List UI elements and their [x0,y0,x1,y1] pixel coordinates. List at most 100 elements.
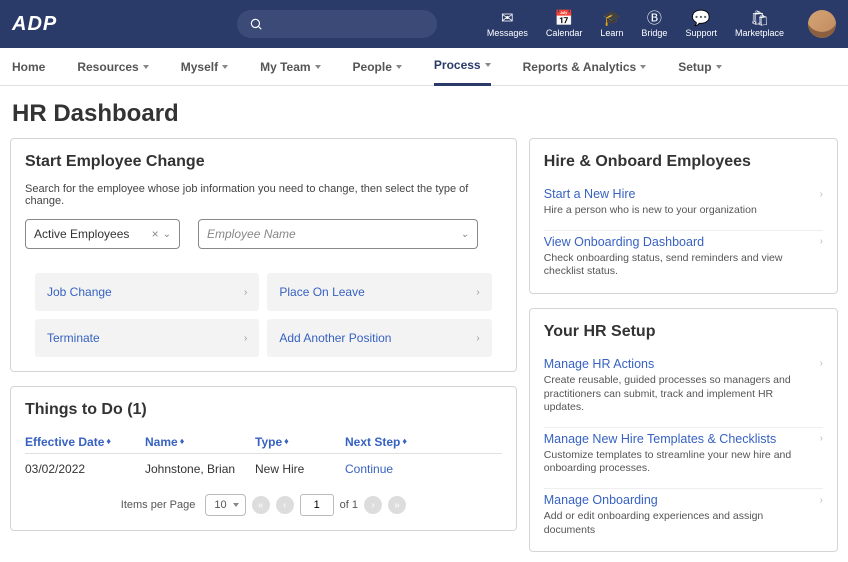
nav-myteam[interactable]: My Team [260,48,320,86]
clear-icon[interactable]: × [152,227,159,241]
link-desc: Check onboarding status, send reminders … [544,252,823,279]
nav-label: Setup [678,60,711,74]
nav-resources[interactable]: Resources [77,48,148,86]
list-item: Manage New Hire Templates & Checklists› … [544,428,823,489]
learn-icon: 🎓 [603,11,622,26]
link-label: Manage New Hire Templates & Checklists [544,432,777,446]
user-avatar[interactable] [808,10,836,38]
top-icon-support[interactable]: 💬Support [685,11,717,38]
sort-icon: ♦ [180,439,185,444]
chevron-down-icon [716,65,722,69]
chevron-down-icon [485,63,491,67]
list-item: Start a New Hire› Hire a person who is n… [544,183,823,231]
top-bar: ADP ✉ Messages 📅Calendar 🎓 Learn ⒷBridge 💬… [0,0,848,48]
action-place-on-leave[interactable]: Place On Leave › [267,273,491,311]
start-new-hire-link[interactable]: Start a New Hire› [544,187,823,201]
top-icon-messages[interactable]: ✉ Messages [487,11,528,38]
top-icon-marketplace[interactable]: 🛍 Marketplace [735,11,784,38]
nav-label: People [353,60,392,74]
chevron-down-icon [143,65,149,69]
pager-page-input[interactable] [300,494,334,516]
top-icons: ✉ Messages 📅Calendar 🎓 Learn ⒷBridge 💬Supp… [487,10,836,38]
list-item: Manage HR Actions› Create reusable, guid… [544,353,823,428]
pager-prev[interactable]: ‹ [276,496,294,514]
top-icon-label: Support [685,28,717,38]
action-label: Add Another Position [279,331,391,345]
helper-text: Search for the employee whose job inform… [25,183,502,207]
nav-home[interactable]: Home [12,48,45,86]
nav-reports[interactable]: Reports & Analytics [523,48,647,86]
chevron-down-icon [222,65,228,69]
pager-first[interactable]: « [252,496,270,514]
ipp-label: Items per Page [121,499,196,511]
search-icon [249,17,263,31]
top-icon-label: Messages [487,28,528,38]
brand-logo[interactable]: ADP [12,13,57,36]
chevron-right-icon: › [820,358,823,369]
chevron-right-icon: › [244,333,247,344]
employee-name-select[interactable]: Employee Name ⌄ [198,219,478,249]
top-icon-label: Marketplace [735,28,784,38]
top-icon-calendar[interactable]: 📅Calendar [546,11,583,38]
manage-hr-actions-link[interactable]: Manage HR Actions› [544,357,823,371]
action-terminate[interactable]: Terminate › [35,319,259,357]
nav-label: My Team [260,60,310,74]
search-input[interactable] [237,10,437,38]
chevron-right-icon: › [476,333,479,344]
nav-label: Resources [77,60,138,74]
mail-icon: ✉ [501,11,514,26]
action-job-change[interactable]: Job Change› [35,273,259,311]
card-title: Your HR Setup [544,323,823,341]
link-desc: Hire a person who is new to your organiz… [544,204,823,218]
action-label: Terminate [47,331,100,345]
sort-icon: ♦ [284,439,289,444]
chevron-right-icon: › [820,495,823,506]
nav-myself[interactable]: Myself [181,48,228,86]
list-item: Manage Onboarding› Add or edit onboardin… [544,489,823,537]
col-header-date[interactable]: Effective Date♦ [25,435,145,449]
top-icon-bridge[interactable]: ⒷBridge [641,11,667,38]
action-add-position[interactable]: Add Another Position › [267,319,491,357]
chevron-down-icon: ⌄ [461,229,469,240]
nav-label: Home [12,60,45,74]
nav-bar: Home Resources Myself My Team People Pro… [0,48,848,86]
col-header-step[interactable]: Next Step♦ [345,435,465,449]
manage-onboarding-link[interactable]: Manage Onboarding › [544,493,823,507]
chevron-down-icon [315,65,321,69]
nav-people[interactable]: People [353,48,402,86]
select-placeholder: Employee Name [207,227,296,241]
cell-date: 03/02/2022 [25,462,145,476]
cell-type: New Hire [255,462,345,476]
link-label: Manage Onboarding [544,493,658,507]
col-label: Effective Date [25,435,104,449]
hire-onboard-card: Hire & Onboard Employees Start a New Hir… [529,138,838,294]
employee-filter-select[interactable]: Active Employees × ⌄ [25,219,180,249]
view-onboarding-dashboard-link[interactable]: View Onboarding Dashboard› [544,235,823,249]
col-header-type[interactable]: Type♦ [255,435,345,449]
ipp-select[interactable]: 10 [205,494,245,516]
col-label: Type [255,435,282,449]
action-label: Place On Leave [279,285,364,299]
link-desc: Create reusable, guided processes so man… [544,374,823,415]
things-to-do-card: Things to Do (1) Effective Date♦ Name♦ T… [10,386,517,531]
card-title: Start Employee Change [25,153,502,171]
pager-last[interactable]: » [388,496,406,514]
marketplace-icon: 🛍 [750,11,769,26]
link-label: Start a New Hire [544,187,636,201]
start-employee-change-card: Start Employee Change Search for the emp… [10,138,517,372]
sort-icon: ♦ [106,439,111,444]
chevron-down-icon: ⌄ [163,229,171,240]
pager-next[interactable]: › [364,496,382,514]
nav-setup[interactable]: Setup [678,48,721,86]
pager: Items per Page 10 « ‹ of 1 › » [25,494,502,516]
chevron-right-icon: › [820,433,823,444]
manage-new-hire-templates-link[interactable]: Manage New Hire Templates & Checklists › [544,432,823,446]
select-value: Active Employees [34,227,129,241]
top-icon-label: Learn [600,28,623,38]
sort-icon: ♦ [402,439,407,444]
col-header-name[interactable]: Name♦ [145,435,255,449]
chevron-right-icon: › [476,287,479,298]
nav-process[interactable]: Process [434,48,491,86]
top-icon-learn[interactable]: 🎓 Learn [600,11,623,38]
continue-link[interactable]: Continue [345,462,393,476]
